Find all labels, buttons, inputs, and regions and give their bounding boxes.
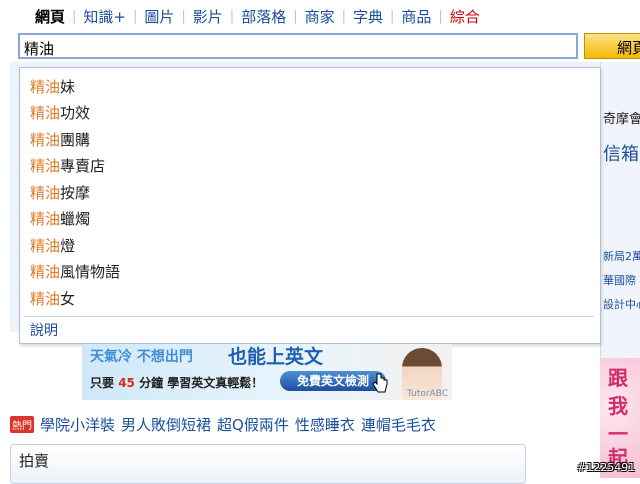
ad-sub-number: 45 <box>118 376 135 390</box>
suggestion-item[interactable]: 精油專賣店 <box>30 155 105 176</box>
suggestion-prefix: 精油 <box>30 290 61 308</box>
tab-images[interactable]: 圖片 <box>137 6 181 27</box>
suggestion-prefix: 精油 <box>30 210 61 228</box>
suggestion-rest: 女 <box>60 290 76 308</box>
suggestion-item[interactable]: 精油功效 <box>30 102 90 123</box>
suggestion-item[interactable]: 精油蠟燭 <box>30 208 90 229</box>
suggestion-rest: 按摩 <box>60 184 91 202</box>
search-tabs: 網頁 | 知識+ | 圖片 | 影片 | 部落格 | 商家 | 字典 | 商品 | 綜合 <box>28 4 487 28</box>
search-button[interactable]: 網頁 <box>584 33 640 59</box>
auction-title[interactable]: 拍賣 <box>19 450 49 471</box>
search-input[interactable]: 精油 <box>18 33 578 59</box>
help-link[interactable]: 說明 <box>30 320 58 340</box>
suggestion-item[interactable]: 精油團購 <box>30 129 90 150</box>
suggestion-prefix: 精油 <box>30 131 61 149</box>
divider <box>24 316 594 317</box>
hand-cursor-icon <box>372 373 388 393</box>
autocomplete-dropdown: 精油妹 精油功效 精油團購 精油專賣店 精油按摩 精油蠟燭 精油燈 精油風情物語… <box>19 67 601 344</box>
suggestion-rest: 妹 <box>60 78 76 96</box>
ad-subtext: 只要 45 分鐘 學習英文真輕鬆！ <box>90 374 263 391</box>
suggestion-prefix: 精油 <box>30 157 61 175</box>
hot-link[interactable]: 連帽毛毛衣 <box>361 414 436 435</box>
suggestion-item[interactable]: 精油按摩 <box>30 182 90 203</box>
member-link[interactable]: 奇摩會 <box>603 108 640 127</box>
hot-link[interactable]: 超Q假兩件 <box>217 414 289 435</box>
auction-section: 拍賣 <box>10 444 526 484</box>
suggestion-item[interactable]: 精油女 <box>30 288 75 309</box>
news-link[interactable]: 華國際 <box>603 272 636 288</box>
ad-cta-button[interactable]: 免費英文檢測 <box>280 371 386 391</box>
ad-sub-post: 分鐘 學習英文真輕鬆！ <box>134 376 264 390</box>
hot-link[interactable]: 男人敗倒短裙 <box>121 414 211 435</box>
suggestion-rest: 團購 <box>60 131 91 149</box>
suggestion-rest: 蠟燭 <box>60 210 91 228</box>
suggestion-prefix: 精油 <box>30 104 61 122</box>
suggestion-rest: 專賣店 <box>60 157 106 175</box>
hot-link[interactable]: 性感睡衣 <box>295 414 355 435</box>
suggestion-item[interactable]: 精油燈 <box>30 235 75 256</box>
ad-headline-big: 也能上英文 <box>228 346 324 368</box>
tab-dictionary[interactable]: 字典 <box>346 6 390 27</box>
tab-knowledge[interactable]: 知識+ <box>76 6 133 27</box>
suggestion-prefix: 精油 <box>30 78 61 96</box>
ad-sub-pre: 只要 <box>90 376 119 390</box>
suggestion-rest: 風情物語 <box>60 263 121 281</box>
news-link[interactable]: 設計中心 <box>603 296 640 312</box>
tab-blog[interactable]: 部落格 <box>234 6 293 27</box>
suggestion-rest: 功效 <box>60 104 91 122</box>
hot-badge: 熱門 <box>10 416 34 433</box>
ad-brand: TutorABC <box>406 389 448 399</box>
suggestion-prefix: 精油 <box>30 184 61 202</box>
pink-banner-ad[interactable]: 跟 我 一 起 <box>600 358 640 478</box>
tab-video[interactable]: 影片 <box>186 6 230 27</box>
pink-banner-char: 我 <box>608 394 628 418</box>
suggestion-prefix: 精油 <box>30 237 61 255</box>
pink-banner-char: 跟 <box>608 366 628 390</box>
tab-shopping[interactable]: 商品 <box>394 6 438 27</box>
suggestion-prefix: 精油 <box>30 263 61 281</box>
ad-headline: 天氣冷 不想出門 <box>90 349 193 365</box>
suggestion-item[interactable]: 精油妹 <box>30 76 75 97</box>
watermark: #1225491 <box>577 461 636 474</box>
tab-all[interactable]: 綜合 <box>443 6 487 27</box>
news-link[interactable]: 新局2萬 <box>603 248 640 264</box>
tab-web[interactable]: 網頁 <box>28 6 72 27</box>
suggestion-item[interactable]: 精油風情物語 <box>30 261 120 282</box>
ad-banner[interactable]: 天氣冷 不想出門 也能上英文 只要 45 分鐘 學習英文真輕鬆！ 免費英文檢測 … <box>82 344 452 400</box>
tab-local[interactable]: 商家 <box>298 6 342 27</box>
hot-links-bar: 熱門 學院小洋裝 男人敗倒短裙 超Q假兩件 性感睡衣 連帽毛毛衣 <box>10 414 442 435</box>
mailbox-link[interactable]: 信箱 <box>603 140 639 166</box>
suggestion-rest: 燈 <box>60 237 76 255</box>
hot-link[interactable]: 學院小洋裝 <box>40 414 115 435</box>
